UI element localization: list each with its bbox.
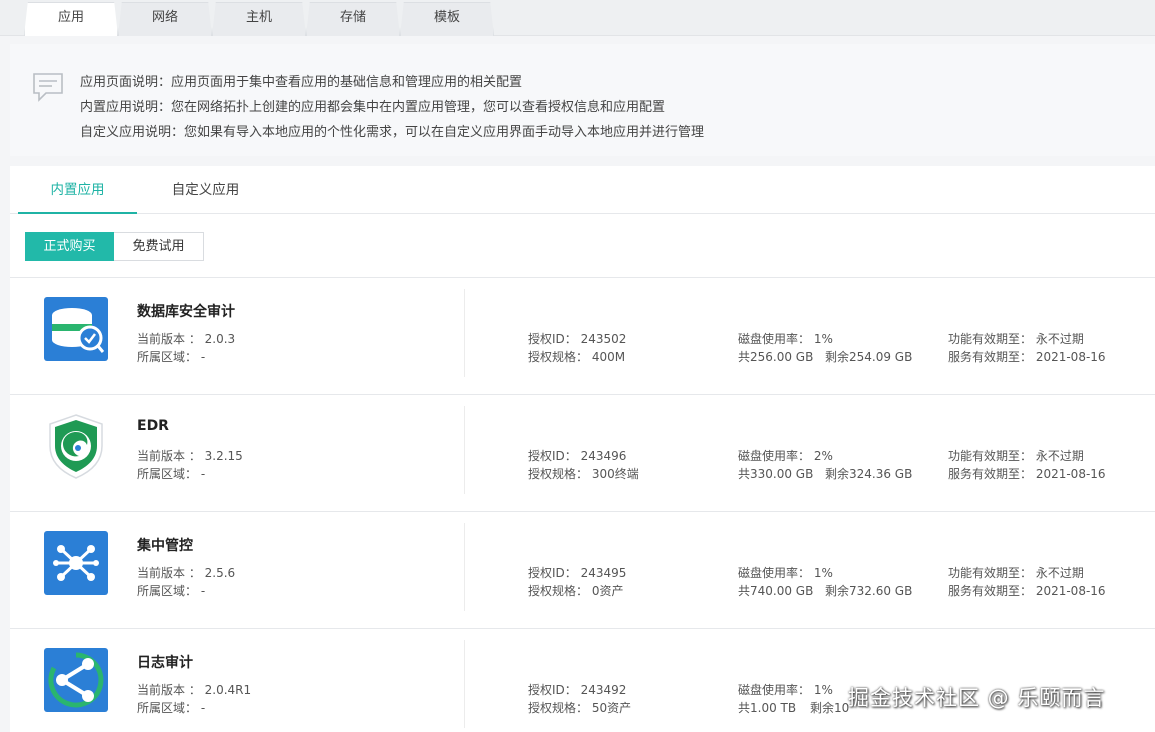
- disk-total: 共256.00 GB: [738, 350, 814, 364]
- watermark-text: 掘金技术社区 @ 乐颐而言: [848, 686, 1106, 710]
- service-valid-until: 服务有效期至： 2021-08-16: [948, 584, 1106, 598]
- service-valid-until: 服务有效期至： 2021-08-16: [948, 467, 1106, 481]
- app-version: 当前版本 ： 3.2.15: [137, 449, 243, 463]
- app-name: 数据库安全审计: [137, 304, 235, 320]
- top-tab-bar: 应用 网络 主机 存储 模板: [0, 0, 1155, 36]
- disk-remaining: 剩余254.09 GB: [825, 350, 913, 364]
- auth-id: 授权ID： 243492: [528, 683, 627, 697]
- tab-builtin-apps[interactable]: 内置应用: [18, 166, 137, 214]
- divider: [464, 406, 465, 494]
- disk-usage-rate: 磁盘使用率： 1%: [738, 332, 833, 346]
- divider: [464, 640, 465, 728]
- tab-label: 网络: [151, 10, 178, 25]
- divider: [464, 289, 465, 377]
- info-line-app-page: 应用页面说明：应用页面用于集中查看应用的基础信息和管理应用的相关配置: [80, 75, 523, 90]
- disk-usage-rate: 磁盘使用率： 2%: [738, 449, 833, 463]
- disk-total: 共330.00 GB: [738, 467, 814, 481]
- tab-network[interactable]: 网络: [118, 2, 212, 36]
- purchase-filter-button[interactable]: 正式购买: [25, 232, 114, 261]
- info-line-custom: 自定义应用说明：您如果有导入本地应用的个性化需求，可以在自定义应用界面手动导入本…: [80, 125, 705, 140]
- trial-filter-button[interactable]: 免费试用: [114, 232, 204, 261]
- disk-remaining: 剩余732.60 GB: [825, 584, 913, 598]
- app-row-database-audit[interactable]: 数据库安全审计 当前版本 ： 2.0.3 所属区域： - 授权ID： 24350…: [10, 277, 1155, 394]
- tab-app[interactable]: 应用: [24, 2, 118, 36]
- auth-spec: 授权规格： 50资产: [528, 701, 632, 715]
- function-valid-until: 功能有效期至： 永不过期: [948, 566, 1084, 580]
- info-line-builtin: 内置应用说明：您在网络拓扑上创建的应用都会集中在内置应用管理，您可以查看授权信息…: [80, 100, 666, 115]
- tab-label: 模板: [433, 10, 460, 25]
- app-name: EDR: [137, 418, 169, 434]
- app-region: 所属区域： -: [137, 350, 206, 364]
- app-region: 所属区域： -: [137, 467, 206, 481]
- tab-host[interactable]: 主机: [212, 2, 306, 36]
- disk-usage-rate: 磁盘使用率： 1%: [738, 683, 833, 697]
- app-name: 集中管控: [137, 538, 193, 554]
- log-audit-icon: [44, 648, 108, 712]
- disk-total: 共740.00 GB: [738, 584, 814, 598]
- tab-label: 主机: [245, 10, 272, 25]
- database-audit-icon: [44, 297, 108, 361]
- auth-spec: 授权规格： 400M: [528, 350, 626, 364]
- function-valid-until: 功能有效期至： 永不过期: [948, 332, 1084, 346]
- app-row-log-audit[interactable]: 日志审计 当前版本 ： 2.0.4R1 所属区域： - 授权ID： 243492…: [10, 628, 1155, 732]
- app-list-card: 内置应用 自定义应用 正式购买 免费试用 数据库安全审计 当前版本 ： 2.0.…: [10, 166, 1155, 732]
- central-control-icon: [44, 531, 108, 595]
- disk-usage-rate: 磁盘使用率： 1%: [738, 566, 833, 580]
- disk-remaining: 剩余324.36 GB: [825, 467, 913, 481]
- auth-id: 授权ID： 243496: [528, 449, 627, 463]
- auth-id: 授权ID： 243502: [528, 332, 627, 346]
- app-row-central-control[interactable]: 集中管控 当前版本 ： 2.5.6 所属区域： - 授权ID： 243495 授…: [10, 511, 1155, 628]
- edr-shield-icon: [49, 414, 103, 479]
- auth-spec: 授权规格： 300终端: [528, 467, 639, 481]
- service-valid-until: 服务有效期至： 2021-08-16: [948, 350, 1106, 364]
- message-icon: [33, 73, 63, 102]
- tab-label: 应用: [57, 10, 84, 25]
- disk-remaining: 剩余10: [810, 701, 850, 715]
- app-region: 所属区域： -: [137, 701, 206, 715]
- info-panel: 应用页面说明：应用页面用于集中查看应用的基础信息和管理应用的相关配置 内置应用说…: [10, 44, 1155, 156]
- tab-custom-apps[interactable]: 自定义应用: [146, 166, 265, 214]
- function-valid-until: 功能有效期至： 永不过期: [948, 449, 1084, 463]
- app-name: 日志审计: [137, 655, 193, 671]
- app-row-edr[interactable]: EDR 当前版本 ： 3.2.15 所属区域： - 授权ID： 243496 授…: [10, 394, 1155, 511]
- app-version: 当前版本 ： 2.5.6: [137, 566, 236, 580]
- disk-total: 共1.00 TB: [738, 701, 797, 715]
- app-version: 当前版本 ： 2.0.3: [137, 332, 236, 346]
- auth-spec: 授权规格： 0资产: [528, 584, 624, 598]
- auth-id: 授权ID： 243495: [528, 566, 627, 580]
- tab-template[interactable]: 模板: [400, 2, 494, 36]
- sub-tab-bar: 内置应用 自定义应用: [10, 166, 1155, 214]
- tab-storage[interactable]: 存储: [306, 2, 400, 36]
- app-version: 当前版本 ： 2.0.4R1: [137, 683, 252, 697]
- app-region: 所属区域： -: [137, 584, 206, 598]
- tab-label: 存储: [339, 10, 366, 25]
- divider: [464, 523, 465, 611]
